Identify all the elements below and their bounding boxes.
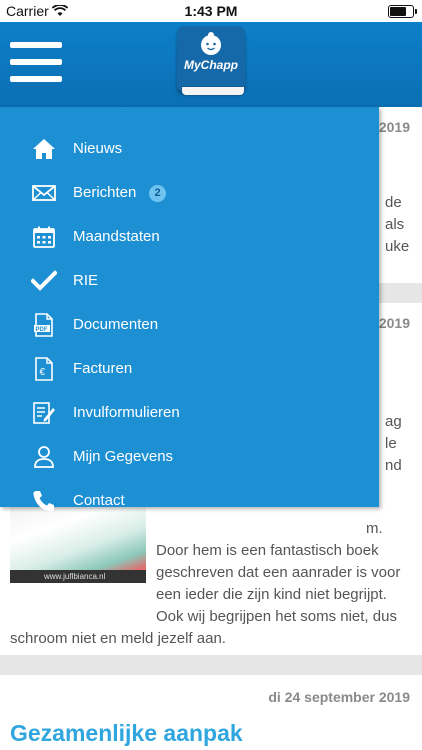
news-date: 2019 [378, 315, 410, 331]
menu-item-label: Documenten [73, 316, 159, 333]
unread-count-badge: 2 [149, 185, 166, 202]
menu-item-maandstaten[interactable]: Maandstaten [0, 215, 379, 259]
calendar-icon [33, 226, 55, 248]
menu-item-label: RIE [73, 272, 99, 289]
battery-fill [390, 7, 406, 16]
menu-item-label: Invulformulieren [73, 404, 180, 421]
card-divider [0, 655, 422, 675]
menu-item-rie[interactable]: RIE [0, 259, 379, 303]
menu-item-label: Nieuws [73, 140, 123, 157]
menu-item-label: Maandstaten [73, 228, 160, 245]
image-caption: www.juflbianca.nl [10, 570, 146, 583]
app-logo: MyChapp [175, 26, 247, 100]
phone-icon [33, 491, 54, 512]
app-header: MyChapp [0, 22, 422, 107]
menu-item-facturen[interactable]: € Facturen [0, 347, 379, 391]
menu-item-label: Contact [73, 492, 125, 509]
euro-invoice-icon: € [35, 357, 53, 381]
menu-item-label: Facturen [73, 360, 133, 377]
checkmark-icon [31, 270, 57, 291]
menu-item-contact[interactable]: Contact [0, 479, 379, 523]
svg-text:€: € [40, 367, 46, 378]
menu-item-label: Berichten [73, 184, 137, 201]
news-date: di 24 september 2019 [268, 689, 410, 705]
news-date: 2019 [378, 119, 410, 135]
svg-text:PDF: PDF [36, 327, 48, 333]
hamburger-menu-button[interactable] [10, 42, 62, 84]
form-pencil-icon [33, 402, 55, 424]
logo-text: MyChapp [184, 58, 238, 72]
news-headline[interactable]: Gezamenlijke aanpak [10, 720, 243, 747]
side-menu: Nieuws Berichten 2 Maandstaten RIE PDF D… [0, 107, 379, 512]
status-bar: Carrier 1:43 PM [0, 0, 422, 22]
home-icon [33, 139, 55, 159]
pdf-document-icon: PDF [34, 313, 53, 337]
menu-item-nieuws[interactable]: Nieuws [0, 127, 379, 171]
menu-item-mijn-gegevens[interactable]: Mijn Gegevens [0, 435, 379, 479]
menu-item-invulformulieren[interactable]: Invulformulieren [0, 391, 379, 435]
menu-item-label: Mijn Gegevens [73, 448, 174, 465]
baby-face-icon [201, 32, 221, 55]
menu-item-berichten[interactable]: Berichten 2 [0, 171, 379, 215]
battery-icon [388, 5, 417, 18]
clock: 1:43 PM [184, 3, 238, 19]
user-icon [34, 446, 54, 468]
envelope-icon [32, 185, 56, 201]
menu-item-documenten[interactable]: PDF Documenten [0, 303, 379, 347]
